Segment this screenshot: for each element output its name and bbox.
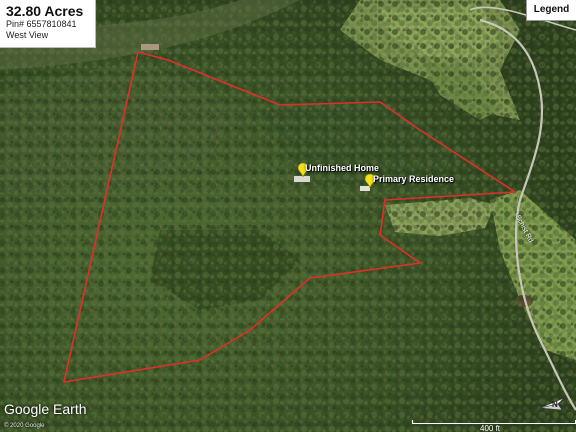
- marker-label-primary-residence: Primary Residence: [373, 174, 455, 184]
- aerial-terrain: [0, 0, 576, 432]
- view-direction: West View: [6, 30, 49, 40]
- map-viewport[interactable]: 32.80 Acres Pin# 6557810841 West View Le…: [0, 0, 576, 432]
- scale-label: 400 ft: [480, 424, 501, 432]
- compass-north-icon[interactable]: N: [538, 394, 568, 414]
- parcel-info-panel: 32.80 Acres Pin# 6557810841 West View: [0, 0, 96, 48]
- legend-button[interactable]: Legend: [526, 0, 576, 21]
- parcel-pin: Pin# 6557810841: [6, 19, 77, 29]
- copyright-notice: © 2020 Google: [4, 423, 45, 429]
- marker-label-unfinished-home: Unfinished Home: [305, 163, 380, 173]
- svg-text:N: N: [552, 400, 558, 409]
- acreage-title: 32.80 Acres: [6, 3, 84, 19]
- google-earth-logo: Google Earth: [4, 401, 87, 417]
